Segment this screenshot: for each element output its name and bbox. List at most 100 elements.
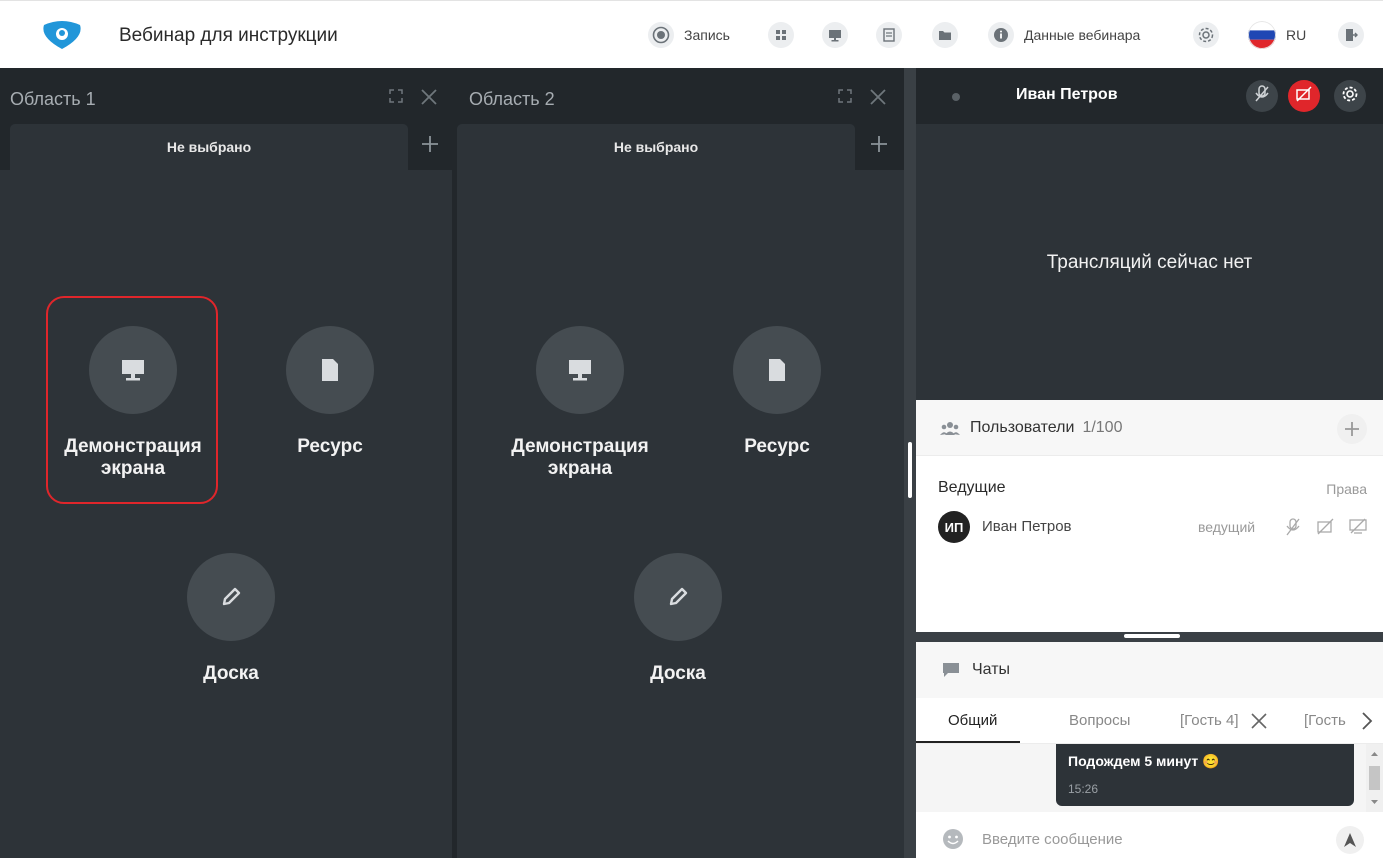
file-icon [286,326,374,414]
chat-message: Подождем 5 минут 😊 15:26 [1056,744,1354,806]
exit-button[interactable] [1338,22,1364,48]
panel-splitter[interactable] [916,632,1383,642]
pencil-icon [187,553,275,641]
camera-off-button[interactable] [1288,80,1320,112]
presenter-name: Иван Петров [1016,86,1118,103]
users-panel: Пользователи 1/100 Ведущие Права ИП Иван … [916,400,1383,632]
tab-not-selected[interactable]: Не выбрано [457,124,855,170]
pencil-icon [634,553,722,641]
resource-label: Ресурс [297,436,363,457]
board-label: Доска [203,663,259,684]
chat-input-bar [916,820,1383,858]
tab-guest-4[interactable]: [Гость 4] [1180,712,1239,729]
active-tab-indicator [916,741,1020,743]
tab-not-selected[interactable]: Не выбрано [10,124,408,170]
avatar: ИП [938,511,970,543]
document-icon [876,22,902,48]
webinar-data-button[interactable]: Данные вебинара [988,22,1140,48]
chevron-right-icon[interactable] [1360,711,1374,736]
exit-icon [1338,22,1364,48]
users-title-label: Пользователи [970,419,1075,436]
resource-label: Ресурс [744,436,810,457]
board-tile[interactable]: Доска [603,553,753,685]
resize-handle[interactable] [1124,634,1180,638]
screen-demo-tile[interactable]: Демонстрация экрана [505,326,655,480]
video-settings-button[interactable] [1334,80,1366,112]
board-tile[interactable]: Доска [156,553,306,685]
plus-icon [1345,422,1359,436]
folder-button[interactable] [932,22,958,48]
area-header: Область 1 [0,68,452,124]
monitor-icon [822,22,848,48]
microphone-off-icon[interactable] [1284,517,1304,537]
message-time: 15:26 [1068,782,1099,796]
chats-title: Чаты [972,661,1011,678]
screen-demo-label: Демонстрация экрана [511,436,649,479]
fullscreen-icon[interactable] [388,88,404,109]
emoji-icon[interactable] [942,828,964,855]
top-bar: Вебинар для инструкции Запись Данные веб… [0,0,1383,68]
logo-icon [38,19,86,51]
gear-icon [1340,84,1360,109]
message-input[interactable] [982,828,1322,850]
fullscreen-icon[interactable] [837,88,853,109]
microphone-off-button[interactable] [1246,80,1278,112]
record-label: Запись [684,27,730,43]
document-button[interactable] [876,22,902,48]
layout-button[interactable] [768,22,794,48]
close-icon[interactable] [869,88,887,111]
settings-button[interactable] [1193,22,1219,48]
area-content: Демонстрация экрана Ресурс Доска [457,170,904,858]
file-icon [733,326,821,414]
users-icon [940,420,960,441]
camera-off-icon [1295,85,1313,107]
area-2: Область 2 Не выбрано Демонстрация экрана… [452,68,904,858]
tab-guest-truncated[interactable]: [Гость [1304,712,1348,729]
monitor-icon [536,326,624,414]
close-icon[interactable] [1250,712,1268,735]
microphone-off-icon [1254,84,1270,108]
resource-tile[interactable]: Ресурс [702,326,852,458]
users-header: Пользователи 1/100 [916,400,1383,456]
camera-off-icon[interactable] [1316,517,1336,537]
add-user-button[interactable] [1337,414,1367,444]
close-icon[interactable] [420,88,438,111]
smile-emoji-icon: 😊 [1202,753,1220,769]
add-tab-icon[interactable] [420,134,440,159]
screen-share-button[interactable] [822,22,848,48]
user-name: Иван Петров [982,518,1072,535]
rights-label: Права [1326,481,1367,497]
send-icon[interactable] [1336,826,1364,854]
area-title: Область 2 [469,89,555,109]
status-dot [952,93,960,101]
monitor-icon [89,326,177,414]
russia-flag-icon [1248,21,1276,49]
user-role: ведущий [1198,519,1256,535]
users-title: Пользователи 1/100 [970,419,1122,437]
resize-handle[interactable] [908,442,912,498]
webinar-data-label: Данные вебинара [1024,27,1141,43]
language-selector[interactable]: RU [1248,21,1306,49]
scrollbar[interactable] [1366,744,1383,812]
board-label: Доска [650,663,706,684]
message-text: Подождем 5 минут 😊 [1068,753,1220,770]
record-icon [648,22,674,48]
resource-tile[interactable]: Ресурс [255,326,405,458]
chat-tabs: Общий Вопросы [Гость 4] [Гость [916,698,1383,744]
area-header: Область 2 [457,68,904,124]
no-streams-message: Трансляций сейчас нет [1046,252,1253,273]
tab-questions[interactable]: Вопросы [1069,712,1130,729]
tab-general[interactable]: Общий [948,712,997,729]
grid-icon [768,22,794,48]
chats-panel: Чаты Общий Вопросы [Гость 4] [Гость Подо… [916,642,1383,858]
area-1: Область 1 Не выбрано Демонстрация экрана… [0,68,452,858]
area-content: Демонстрация экрана Ресурс Доска [10,170,452,858]
video-header: Иван Петров [916,68,1383,124]
record-button[interactable]: Запись [648,22,730,48]
screen-off-icon[interactable] [1348,517,1368,537]
add-tab-icon[interactable] [869,134,889,159]
screen-demo-tile[interactable]: Демонстрация экрана [58,326,208,480]
area-tab-bar: Не выбрано [457,124,904,170]
chat-icon [942,662,960,683]
folder-icon [932,22,958,48]
